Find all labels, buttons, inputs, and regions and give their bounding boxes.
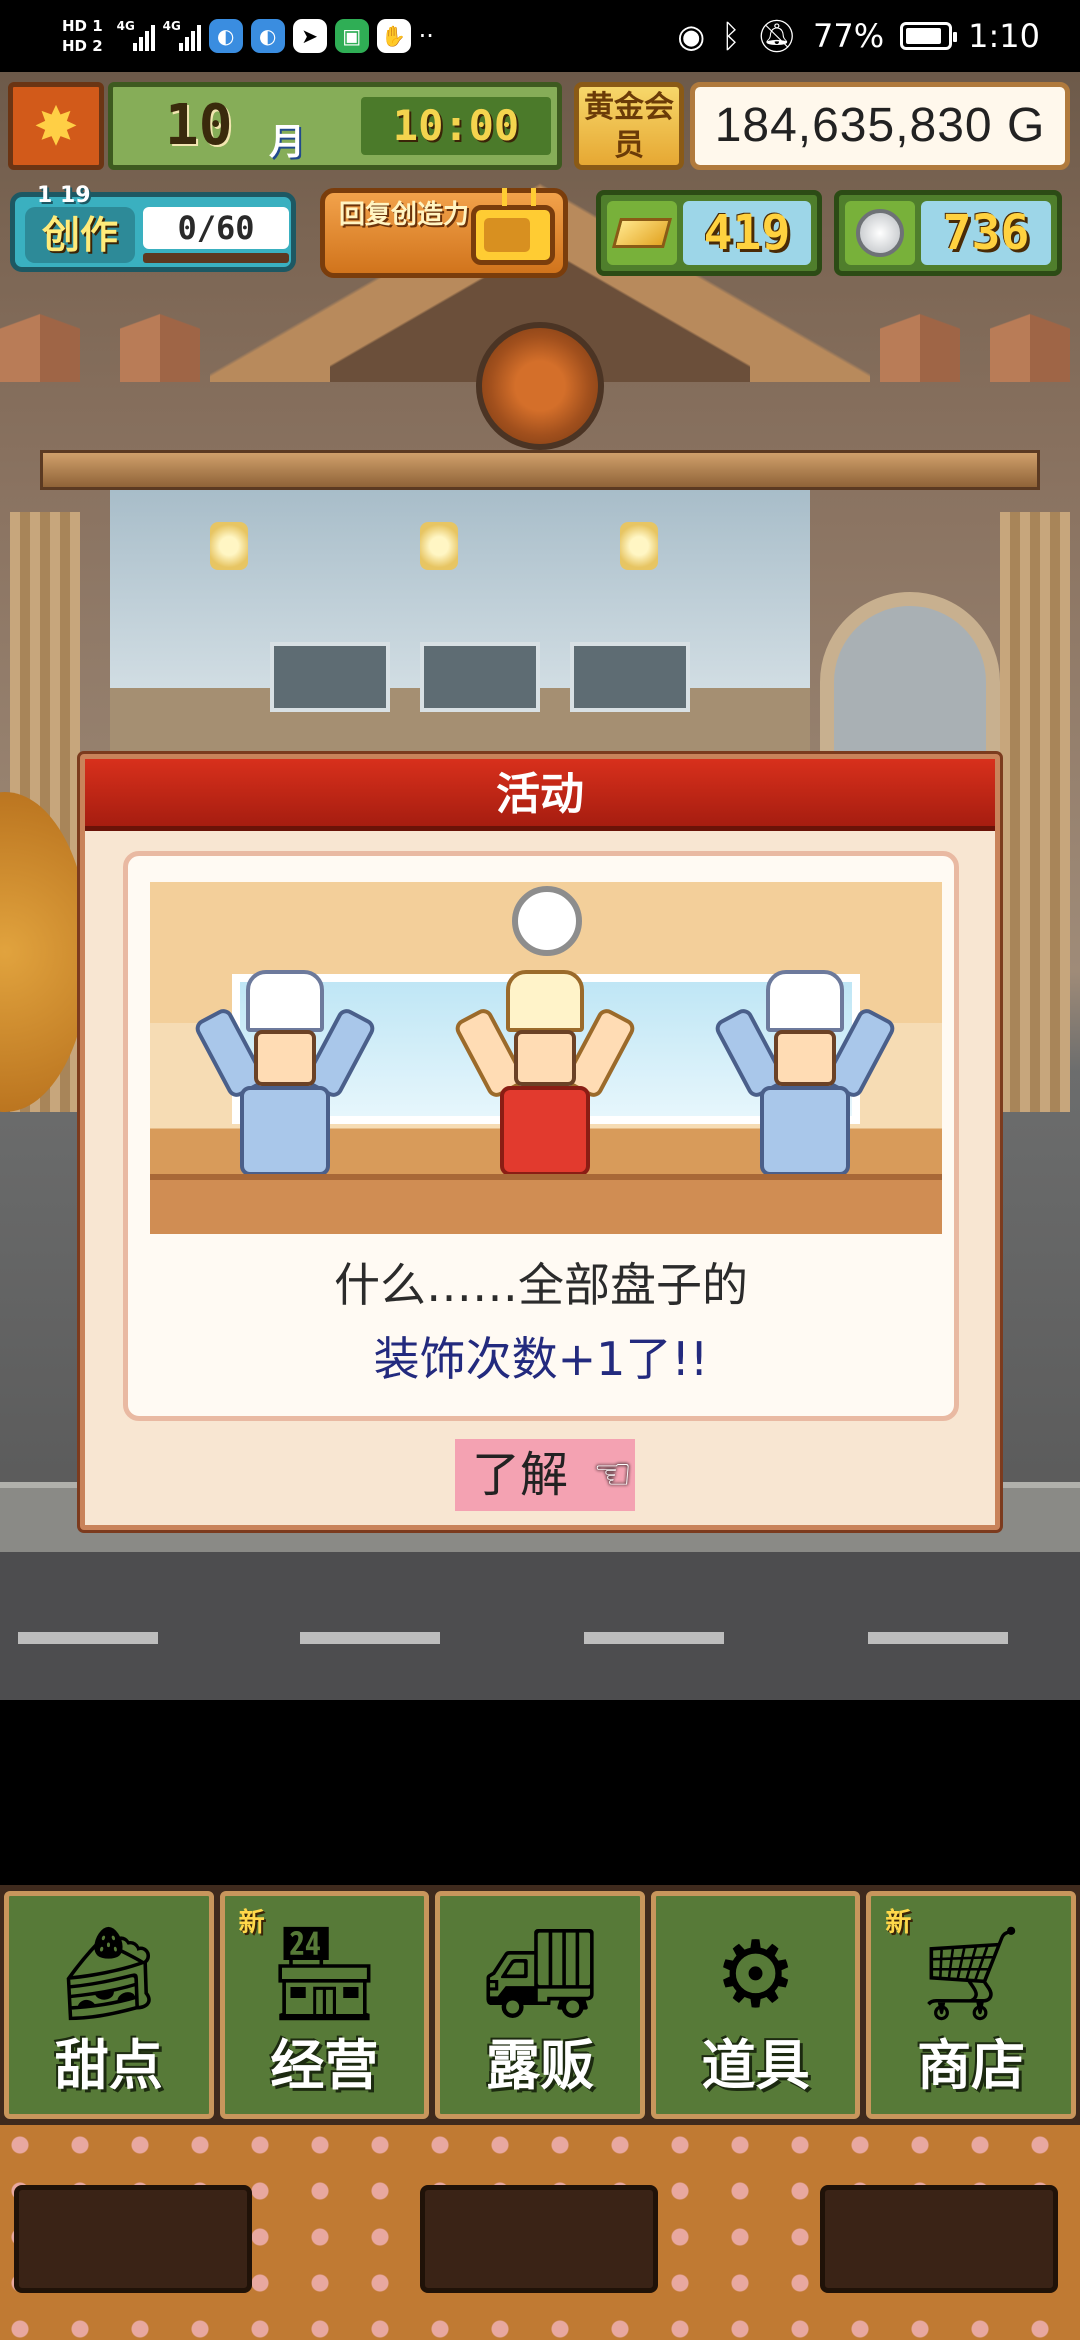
- date-display: 10 月 10:00: [108, 82, 562, 170]
- menu-item-shop[interactable]: 新 🛒︎ 商店: [866, 1891, 1076, 2119]
- status-left: HD 1 HD 2 4G 4G ◐ ◐ ➤ ▣ ✋ ··: [62, 10, 434, 62]
- bottom-menu: 🍰︎ 甜点 新 🏪︎ 经营 🚚︎ 露贩 ⚙ 道具 新 🛒︎ 商店: [0, 1885, 1080, 2340]
- dialog-header: 活动: [85, 759, 995, 831]
- lane-marking: [18, 1632, 158, 1644]
- creativity-level: 1 19: [37, 183, 91, 208]
- lamp-icon: [620, 522, 658, 570]
- menu-item-label: 商店: [917, 2034, 1026, 2097]
- sim2-label: HD 2: [62, 37, 103, 55]
- restore-creativity-button[interactable]: 回复创造力: [320, 188, 568, 278]
- lane-marking: [584, 1632, 724, 1644]
- empty-slot[interactable]: [420, 2185, 658, 2293]
- shop-column: [1000, 512, 1070, 1112]
- ok-button-label: 了解: [471, 1447, 568, 1503]
- oven: [420, 642, 540, 712]
- kitchen-counter: [150, 1174, 942, 1234]
- creativity-progress-bar: [143, 253, 289, 263]
- shop-floor: [0, 2125, 1080, 2340]
- wall-clock-icon: [512, 886, 582, 956]
- chef-character: [712, 970, 898, 1180]
- chef-character: [192, 970, 378, 1180]
- event-dialog: 活动 什么……全部盘子的 装饰次数+1了!! 了解 ☜: [80, 754, 1000, 1530]
- money-display: 184,635,830 G: [690, 82, 1070, 170]
- restore-creativity-label: 回复创造力: [339, 200, 470, 230]
- navigation-icon: ➤: [292, 19, 327, 53]
- shopping-cart-icon: 🛒︎: [912, 1920, 1030, 2027]
- battery-icon: [900, 22, 958, 50]
- menu-item-stall[interactable]: 🚚︎ 露贩: [435, 1891, 645, 2119]
- dialog-message: 什么……全部盘子的 装饰次数+1了!!: [128, 1248, 954, 1396]
- menu-item-label: 露贩: [485, 2034, 594, 2097]
- eye-comfort-icon: ◉: [677, 17, 706, 55]
- pointing-hand-icon: ☜: [593, 1449, 633, 1500]
- menu-item-items[interactable]: ⚙ 道具: [650, 1891, 861, 2119]
- hand-notification-icon: ✋: [376, 19, 411, 53]
- message-line-2: 装饰次数+1了!!: [373, 1332, 709, 1386]
- signal-2-icon: 4G: [162, 19, 201, 51]
- month-number: 10: [165, 93, 233, 158]
- network-2-label: 4G: [162, 19, 181, 33]
- lane-marking: [868, 1632, 1008, 1644]
- hud-top-bar: ✸ 10 月 10:00 黄金会员 184,635,830 G: [0, 78, 1080, 178]
- food-truck-icon: 🚚︎: [481, 1920, 599, 2027]
- lamp-icon: [420, 522, 458, 570]
- gold-bar-counter[interactable]: 419: [596, 190, 822, 276]
- creativity-label: 创作: [25, 207, 135, 263]
- dialog-title: 活动: [496, 769, 584, 820]
- menu-item-management[interactable]: 新 🏪︎ 经营: [219, 1891, 430, 2119]
- menu-tabs: 🍰︎ 甜点 新 🏪︎ 经营 🚚︎ 露贩 ⚙ 道具 新 🛒︎ 商店: [0, 1885, 1080, 2125]
- sim-indicators: HD 1 HD 2: [62, 17, 103, 55]
- gold-bar-value: 419: [683, 201, 811, 265]
- gold-bar-icon: [607, 201, 677, 265]
- app-notification-icon: ◐: [250, 19, 285, 53]
- battery-percent: 77%: [813, 17, 885, 55]
- menu-item-label: 甜点: [54, 2034, 163, 2097]
- menu-item-label: 经营: [270, 2034, 379, 2097]
- cake-icon: 🍰︎: [50, 1920, 168, 2027]
- oven: [570, 642, 690, 712]
- event-illustration: [150, 882, 942, 1234]
- oven: [270, 642, 390, 712]
- month-label: 月: [269, 122, 306, 163]
- clock-time: 1:10: [968, 17, 1040, 55]
- shop-emblem: [476, 322, 604, 450]
- message-line-1: 什么……全部盘子的: [334, 1258, 748, 1312]
- shop-beam: [40, 450, 1040, 490]
- network-1-label: 4G: [116, 19, 135, 33]
- bluetooth-icon: ᛒ: [721, 17, 741, 55]
- shop-building-icon: 🏪︎: [265, 1920, 383, 2027]
- letterbox-gap: [0, 1700, 1080, 1885]
- dialog-content-card: 什么……全部盘子的 装饰次数+1了!!: [123, 851, 959, 1421]
- creativity-panel[interactable]: 1 19 创作 0/60: [10, 183, 296, 272]
- gold-member-label: 黄金会员: [584, 90, 674, 163]
- app-notification-icon: ▣: [334, 19, 369, 53]
- empty-slot[interactable]: [14, 2185, 252, 2293]
- status-bar: HD 1 HD 2 4G 4G ◐ ◐ ➤ ▣ ✋ ·· ◉ ᛒ 🔕︎ 77% …: [0, 0, 1080, 72]
- empty-slot[interactable]: [820, 2185, 1058, 2293]
- ok-button[interactable]: 了解 ☜: [455, 1439, 635, 1511]
- mute-bell-icon: 🔕︎: [756, 17, 798, 55]
- tv-icon: [471, 205, 555, 265]
- game-clock: 10:00: [361, 97, 551, 155]
- app-notification-icon: ◐: [208, 19, 243, 53]
- lamp-icon: [210, 522, 248, 570]
- head-chef-character: [452, 970, 638, 1180]
- status-right: ◉ ᛒ 🔕︎ 77% 1:10: [677, 10, 1040, 62]
- menu-item-dessert[interactable]: 🍰︎ 甜点: [4, 1891, 214, 2119]
- coin-counter[interactable]: 736: [834, 190, 1062, 276]
- gear-bag-icon: ⚙: [714, 1920, 797, 2028]
- maple-leaf-icon: ✸: [8, 82, 104, 170]
- silver-coin-icon: [845, 201, 915, 265]
- lane-marking: [300, 1632, 440, 1644]
- coin-value: 736: [921, 201, 1051, 265]
- menu-item-label: 道具: [701, 2034, 810, 2097]
- signal-1-icon: 4G: [116, 19, 155, 51]
- gold-member-badge[interactable]: 黄金会员: [574, 82, 684, 170]
- creativity-value: 0/60: [143, 207, 289, 249]
- road: [0, 1552, 1080, 1700]
- more-notifications-icon: ··: [418, 22, 434, 50]
- sim1-label: HD 1: [62, 17, 103, 35]
- hud-second-bar: 1 19 创作 0/60 回复创造力 419 736: [0, 183, 1080, 286]
